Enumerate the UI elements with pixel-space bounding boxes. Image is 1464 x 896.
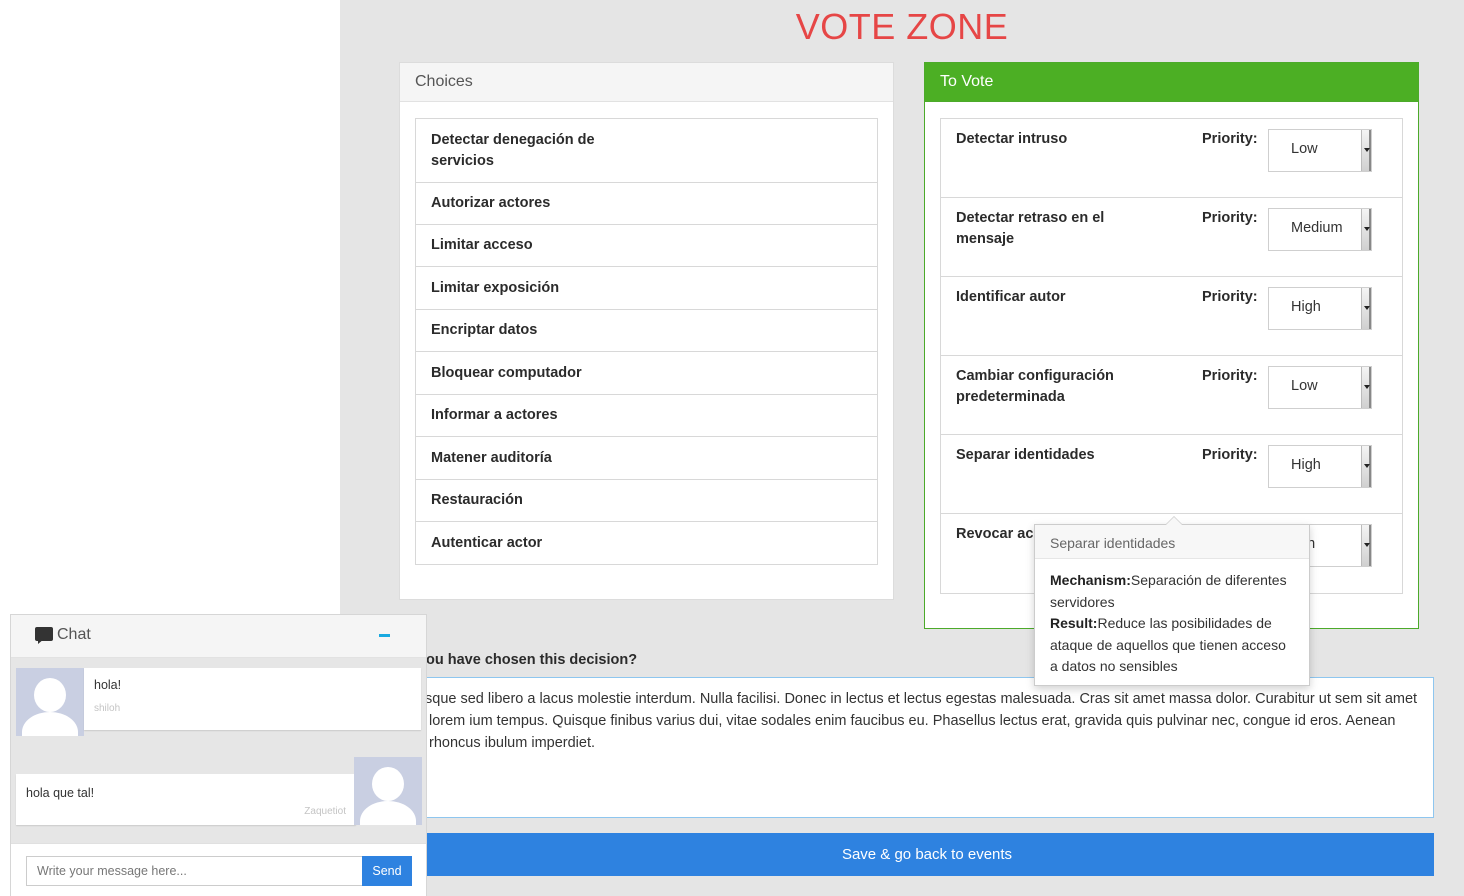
choice-item[interactable]: Matener auditoría (416, 437, 877, 480)
popover-body: Mechanism:Separación de diferentes servi… (1035, 559, 1309, 678)
vote-row[interactable]: Cambiar configuración predeterminada Pri… (941, 356, 1402, 435)
dropdown-arrow-icon[interactable] (1361, 525, 1371, 566)
priority-select[interactable]: High (1268, 287, 1372, 330)
vote-row[interactable]: Detectar intruso Priority: Low (941, 119, 1402, 198)
choice-item[interactable]: Encriptar datos (416, 310, 877, 352)
priority-label: Priority: (1202, 289, 1258, 305)
priority-label: Priority: (1202, 131, 1258, 147)
message-text: hola que tal! (26, 786, 95, 800)
decision-question: ou have chosen this decision? (426, 652, 638, 668)
decision-popover: Separar identidades Mechanism:Separación… (1034, 516, 1310, 686)
priority-value: High (1291, 457, 1321, 473)
priority-select[interactable]: Low (1268, 366, 1372, 409)
vote-item-name: Separar identidades (956, 447, 1095, 463)
dropdown-arrow-icon[interactable] (1361, 367, 1371, 408)
vote-row[interactable]: Identificar autor Priority: High (941, 277, 1402, 356)
choice-item[interactable]: Restauración (416, 480, 877, 522)
chat-header: Chat (11, 615, 426, 658)
decision-reason-textarea[interactable]: sque sed libero a lacus molestie interdu… (420, 677, 1434, 818)
vote-item-name: Detectar retraso en el mensaje (956, 210, 1105, 247)
dropdown-arrow-icon[interactable] (1361, 209, 1371, 250)
vote-item-name: Cambiar configuración predeterminada (956, 368, 1114, 405)
vote-item-name: Identificar autor (956, 289, 1066, 305)
chat-message-input[interactable] (26, 856, 363, 886)
choices-panel-header: Choices (400, 63, 893, 102)
decision-reason-text: sque sed libero a lacus molestie interdu… (425, 691, 1418, 751)
choice-item[interactable]: Detectar denegación de servicios (416, 119, 877, 183)
vote-row[interactable]: Detectar retraso en el mensaje Priority:… (941, 198, 1402, 277)
chat-title: Chat (57, 626, 91, 643)
priority-value: Low (1291, 141, 1318, 157)
send-button[interactable]: Send (362, 856, 412, 886)
priority-value: Low (1291, 378, 1318, 394)
priority-select[interactable]: High (1268, 445, 1372, 488)
choice-item[interactable]: Bloquear computador (416, 352, 877, 395)
chat-message: hola! shiloh (84, 668, 421, 730)
priority-value: High (1291, 299, 1321, 315)
chat-footer: Send (11, 843, 426, 896)
to-vote-panel-header: To Vote (925, 63, 1418, 102)
minimize-icon[interactable] (379, 634, 390, 637)
priority-label: Priority: (1202, 368, 1258, 384)
mechanism-label: Mechanism: (1050, 572, 1131, 588)
choices-panel: Choices Detectar denegación de servicios… (399, 62, 894, 600)
chat-widget: Chat hola! shiloh hola que tal! Zaquetio… (10, 614, 427, 896)
popover-title: Separar identidades (1035, 525, 1309, 559)
dropdown-arrow-icon[interactable] (1361, 288, 1371, 329)
avatar (354, 757, 422, 825)
vote-row[interactable]: Separar identidades Priority: High (941, 435, 1402, 514)
priority-value: Medium (1291, 220, 1343, 236)
chat-messages[interactable]: hola! shiloh hola que tal! Zaquetiot (11, 658, 426, 843)
choice-item[interactable]: Informar a actores (416, 395, 877, 437)
dropdown-arrow-icon[interactable] (1361, 130, 1371, 171)
save-back-button[interactable]: Save & go back to events (420, 833, 1434, 876)
choice-item[interactable]: Autorizar actores (416, 183, 877, 225)
chat-bubble-icon (35, 627, 53, 644)
message-author: shiloh (94, 703, 121, 714)
choice-item[interactable]: Autenticar actor (416, 522, 877, 564)
priority-select[interactable]: Medium (1268, 208, 1372, 251)
avatar (16, 668, 84, 736)
result-label: Result: (1050, 615, 1098, 631)
priority-select[interactable]: Low (1268, 129, 1372, 172)
choice-item[interactable]: Limitar acceso (416, 225, 877, 267)
message-author: Zaquetiot (304, 806, 346, 817)
vote-item-name: Detectar intruso (956, 131, 1068, 147)
page-title: VOTE ZONE (795, 6, 1009, 47)
choice-item[interactable]: Limitar exposición (416, 267, 877, 310)
dropdown-arrow-icon[interactable] (1361, 446, 1371, 487)
choices-list: Detectar denegación de servicios Autoriz… (415, 118, 878, 565)
priority-label: Priority: (1202, 447, 1258, 463)
priority-label: Priority: (1202, 210, 1258, 226)
message-text: hola! (94, 678, 122, 692)
chat-message: hola que tal! Zaquetiot (16, 774, 356, 825)
